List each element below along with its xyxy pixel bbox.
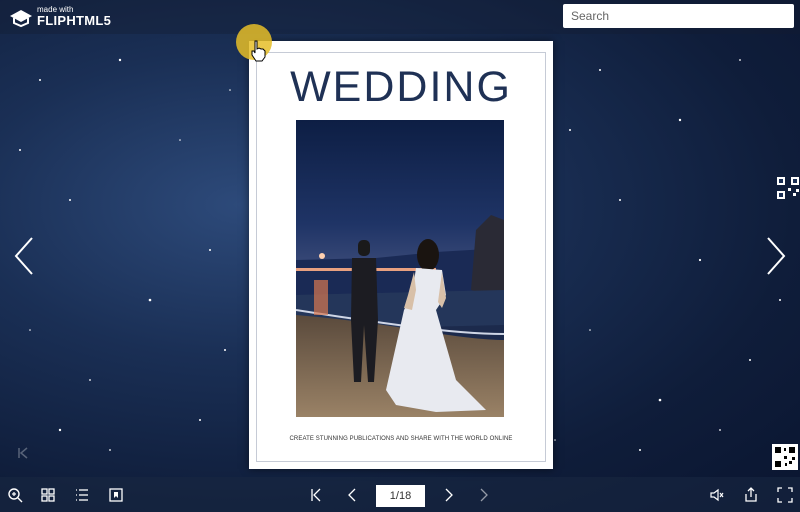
bookmark-icon[interactable] xyxy=(108,487,124,503)
hand-cursor-icon xyxy=(251,40,266,62)
page-indicator[interactable]: 1/18 xyxy=(376,485,425,507)
logo-icon xyxy=(10,10,32,28)
share-icon[interactable] xyxy=(743,487,759,503)
fullscreen-icon[interactable] xyxy=(777,487,793,503)
zoom-in-icon[interactable] xyxy=(7,487,23,503)
qr-code-icon[interactable] xyxy=(776,176,800,200)
search-input[interactable] xyxy=(563,4,794,28)
sound-icon[interactable] xyxy=(709,487,725,503)
next-page-arrow-icon[interactable] xyxy=(764,236,788,276)
qr-code-image[interactable] xyxy=(772,444,798,470)
book-title: WEDDING xyxy=(290,63,512,111)
fliphtml5-logo[interactable]: made with FLIPHTML5 xyxy=(8,4,111,28)
last-page-icon[interactable] xyxy=(476,487,492,503)
top-bar: made with FLIPHTML5 xyxy=(0,0,800,34)
book-tagline: CREATE STUNNING PUBLICATIONS AND SHARE W… xyxy=(289,436,513,442)
previous-page-arrow-icon[interactable] xyxy=(12,236,36,276)
brand-name: FLIPHTML5 xyxy=(37,12,112,28)
next-page-icon[interactable] xyxy=(441,487,457,503)
first-page-icon[interactable] xyxy=(308,487,324,503)
first-page-faded-icon xyxy=(18,447,28,459)
table-of-contents-icon[interactable] xyxy=(74,487,90,503)
wedding-couple-photo xyxy=(296,120,504,417)
flipbook-page[interactable]: WEDDING CREATE STUNNING PUBLICATIONS AND… xyxy=(249,41,553,469)
previous-page-icon[interactable] xyxy=(344,487,360,503)
thumbnails-icon[interactable] xyxy=(40,487,56,503)
